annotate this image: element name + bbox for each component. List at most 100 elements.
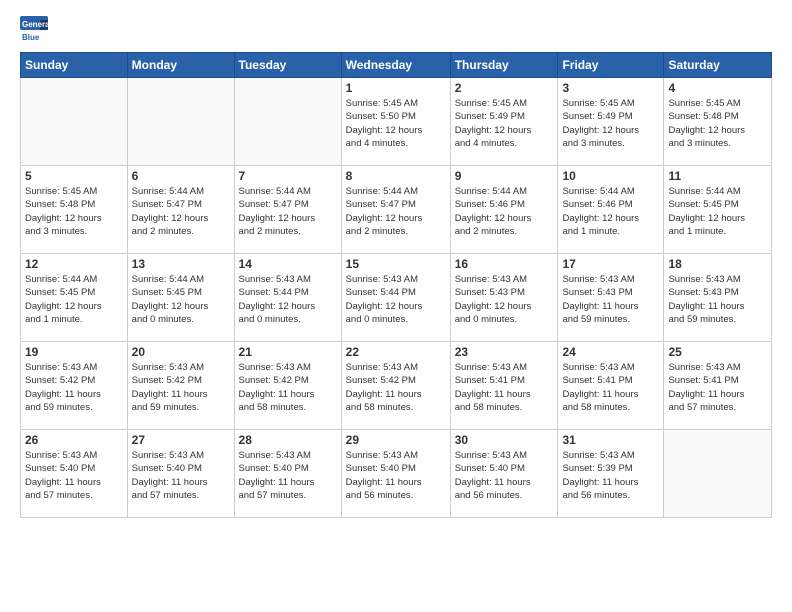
day-number: 23: [455, 345, 554, 359]
calendar-header-row: SundayMondayTuesdayWednesdayThursdayFrid…: [21, 53, 772, 78]
day-info: Sunrise: 5:45 AMSunset: 5:48 PMDaylight:…: [668, 97, 767, 150]
day-info: Sunrise: 5:43 AMSunset: 5:43 PMDaylight:…: [562, 273, 659, 326]
day-info: Sunrise: 5:43 AMSunset: 5:42 PMDaylight:…: [239, 361, 337, 414]
day-info: Sunrise: 5:43 AMSunset: 5:40 PMDaylight:…: [132, 449, 230, 502]
calendar-cell: 20Sunrise: 5:43 AMSunset: 5:42 PMDayligh…: [127, 342, 234, 430]
day-number: 29: [346, 433, 446, 447]
weekday-header: Monday: [127, 53, 234, 78]
day-number: 31: [562, 433, 659, 447]
calendar-cell: 24Sunrise: 5:43 AMSunset: 5:41 PMDayligh…: [558, 342, 664, 430]
day-number: 2: [455, 81, 554, 95]
logo-icon: General Blue: [20, 16, 48, 44]
day-info: Sunrise: 5:45 AMSunset: 5:49 PMDaylight:…: [455, 97, 554, 150]
day-info: Sunrise: 5:43 AMSunset: 5:43 PMDaylight:…: [455, 273, 554, 326]
calendar-week-row: 12Sunrise: 5:44 AMSunset: 5:45 PMDayligh…: [21, 254, 772, 342]
day-number: 7: [239, 169, 337, 183]
calendar-cell: 14 Sunrise: 5:43 AMSunset: 5:44 PMDayligh…: [234, 254, 341, 342]
weekday-header: Saturday: [664, 53, 772, 78]
day-info: Sunrise: 5:44 AMSunset: 5:45 PMDaylight:…: [132, 273, 230, 326]
calendar-cell: 22 Sunrise: 5:43 AMSunset: 5:42 PMDayligh…: [341, 342, 450, 430]
calendar-cell: 5 Sunrise: 5:45 AMSunset: 5:48 PMDaylight…: [21, 166, 128, 254]
day-number: 28: [239, 433, 337, 447]
calendar-cell: 2 Sunrise: 5:45 AMSunset: 5:49 PMDaylight…: [450, 78, 558, 166]
day-number: 19: [25, 345, 123, 359]
day-number: 10: [562, 169, 659, 183]
calendar-cell: 11 Sunrise: 5:44 AMSunset: 5:45 PMDayligh…: [664, 166, 772, 254]
calendar-table: SundayMondayTuesdayWednesdayThursdayFrid…: [20, 52, 772, 518]
calendar-week-row: 26Sunrise: 5:43 AMSunset: 5:40 PMDayligh…: [21, 430, 772, 518]
calendar-cell: [21, 78, 128, 166]
calendar-cell: [664, 430, 772, 518]
calendar-cell: [127, 78, 234, 166]
day-info: Sunrise: 5:45 AMSunset: 5:49 PMDaylight:…: [562, 97, 659, 150]
day-info: Sunrise: 5:44 AMSunset: 5:45 PMDaylight:…: [25, 273, 123, 326]
day-info: Sunrise: 5:44 AMSunset: 5:47 PMDaylight:…: [132, 185, 230, 238]
day-info: Sunrise: 5:44 AMSunset: 5:47 PMDaylight:…: [239, 185, 337, 238]
day-number: 6: [132, 169, 230, 183]
calendar-cell: 3Sunrise: 5:45 AMSunset: 5:49 PMDaylight…: [558, 78, 664, 166]
calendar-cell: 19 Sunrise: 5:43 AMSunset: 5:42 PMDayligh…: [21, 342, 128, 430]
day-number: 11: [668, 169, 767, 183]
day-number: 16: [455, 257, 554, 271]
day-number: 21: [239, 345, 337, 359]
calendar-cell: 18 Sunrise: 5:43 AMSunset: 5:43 PMDayligh…: [664, 254, 772, 342]
day-info: Sunrise: 5:43 AMSunset: 5:42 PMDaylight:…: [346, 361, 446, 414]
day-info: Sunrise: 5:43 AMSunset: 5:44 PMDaylight:…: [239, 273, 337, 326]
svg-text:General: General: [22, 20, 48, 29]
day-info: Sunrise: 5:43 AMSunset: 5:43 PMDaylight:…: [668, 273, 767, 326]
day-number: 17: [562, 257, 659, 271]
day-info: Sunrise: 5:43 AMSunset: 5:40 PMDaylight:…: [455, 449, 554, 502]
svg-text:Blue: Blue: [22, 33, 40, 42]
day-info: Sunrise: 5:45 AMSunset: 5:50 PMDaylight:…: [346, 97, 446, 150]
calendar-cell: 28 Sunrise: 5:43 AMSunset: 5:40 PMDayligh…: [234, 430, 341, 518]
day-info: Sunrise: 5:44 AMSunset: 5:45 PMDaylight:…: [668, 185, 767, 238]
calendar-cell: 6 Sunrise: 5:44 AMSunset: 5:47 PMDaylight…: [127, 166, 234, 254]
calendar-cell: 26Sunrise: 5:43 AMSunset: 5:40 PMDayligh…: [21, 430, 128, 518]
page-container: General Blue SundayMondayTuesdayWednesda…: [0, 0, 792, 528]
day-number: 8: [346, 169, 446, 183]
calendar-cell: 21 Sunrise: 5:43 AMSunset: 5:42 PMDayligh…: [234, 342, 341, 430]
day-number: 24: [562, 345, 659, 359]
calendar-cell: 31Sunrise: 5:43 AMSunset: 5:39 PMDayligh…: [558, 430, 664, 518]
day-number: 4: [668, 81, 767, 95]
day-number: 30: [455, 433, 554, 447]
calendar-week-row: 5 Sunrise: 5:45 AMSunset: 5:48 PMDaylight…: [21, 166, 772, 254]
calendar-cell: 29 Sunrise: 5:43 AMSunset: 5:40 PMDayligh…: [341, 430, 450, 518]
day-number: 25: [668, 345, 767, 359]
weekday-header: Sunday: [21, 53, 128, 78]
day-info: Sunrise: 5:43 AMSunset: 5:42 PMDaylight:…: [25, 361, 123, 414]
day-info: Sunrise: 5:45 AMSunset: 5:48 PMDaylight:…: [25, 185, 123, 238]
day-info: Sunrise: 5:43 AMSunset: 5:44 PMDaylight:…: [346, 273, 446, 326]
calendar-cell: 25Sunrise: 5:43 AMSunset: 5:41 PMDayligh…: [664, 342, 772, 430]
day-info: Sunrise: 5:44 AMSunset: 5:46 PMDaylight:…: [455, 185, 554, 238]
calendar-cell: 17 Sunrise: 5:43 AMSunset: 5:43 PMDayligh…: [558, 254, 664, 342]
calendar-cell: 30 Sunrise: 5:43 AMSunset: 5:40 PMDayligh…: [450, 430, 558, 518]
day-number: 22: [346, 345, 446, 359]
calendar-week-row: 19 Sunrise: 5:43 AMSunset: 5:42 PMDayligh…: [21, 342, 772, 430]
day-number: 18: [668, 257, 767, 271]
day-info: Sunrise: 5:43 AMSunset: 5:40 PMDaylight:…: [25, 449, 123, 502]
day-number: 27: [132, 433, 230, 447]
weekday-header: Tuesday: [234, 53, 341, 78]
day-info: Sunrise: 5:43 AMSunset: 5:40 PMDaylight:…: [239, 449, 337, 502]
day-number: 14: [239, 257, 337, 271]
day-number: 1: [346, 81, 446, 95]
calendar-cell: 27 Sunrise: 5:43 AMSunset: 5:40 PMDayligh…: [127, 430, 234, 518]
calendar-cell: 7 Sunrise: 5:44 AMSunset: 5:47 PMDaylight…: [234, 166, 341, 254]
day-number: 5: [25, 169, 123, 183]
day-info: Sunrise: 5:43 AMSunset: 5:41 PMDaylight:…: [455, 361, 554, 414]
calendar-cell: 4 Sunrise: 5:45 AMSunset: 5:48 PMDaylight…: [664, 78, 772, 166]
day-info: Sunrise: 5:43 AMSunset: 5:40 PMDaylight:…: [346, 449, 446, 502]
calendar-cell: 15 Sunrise: 5:43 AMSunset: 5:44 PMDayligh…: [341, 254, 450, 342]
weekday-header: Thursday: [450, 53, 558, 78]
calendar-week-row: 1 Sunrise: 5:45 AMSunset: 5:50 PMDaylight…: [21, 78, 772, 166]
day-number: 15: [346, 257, 446, 271]
calendar-cell: [234, 78, 341, 166]
calendar-cell: 23 Sunrise: 5:43 AMSunset: 5:41 PMDayligh…: [450, 342, 558, 430]
weekday-header: Wednesday: [341, 53, 450, 78]
calendar-cell: 10Sunrise: 5:44 AMSunset: 5:46 PMDayligh…: [558, 166, 664, 254]
header: General Blue: [20, 16, 772, 44]
calendar-cell: 1 Sunrise: 5:45 AMSunset: 5:50 PMDaylight…: [341, 78, 450, 166]
calendar-cell: 16 Sunrise: 5:43 AMSunset: 5:43 PMDayligh…: [450, 254, 558, 342]
weekday-header: Friday: [558, 53, 664, 78]
